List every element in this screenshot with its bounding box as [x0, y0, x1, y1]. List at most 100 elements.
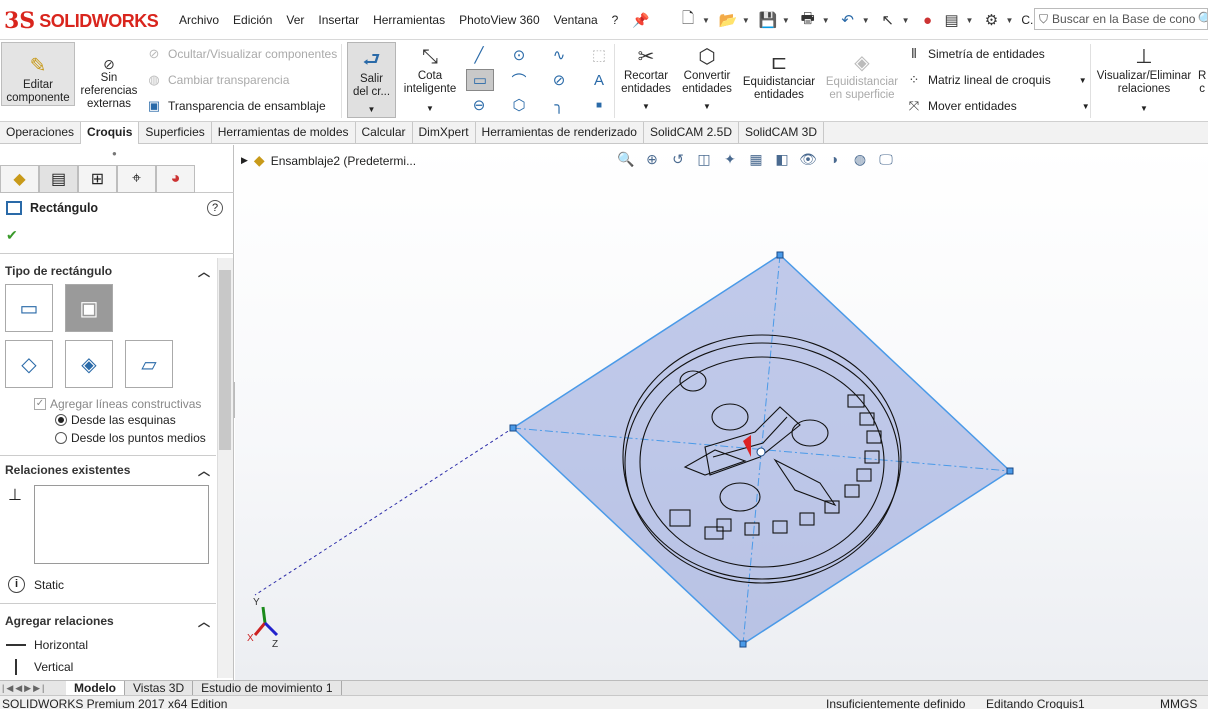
chevron-down-icon[interactable]: ▼ — [1140, 102, 1148, 115]
line-tool-icon[interactable]: ╱ — [468, 44, 490, 66]
cambiar-transparencia-button[interactable]: ◍ Cambiar transparencia — [146, 72, 289, 88]
chevron-down-icon[interactable]: ▼ — [1082, 102, 1090, 111]
tab-herramientas-moldes[interactable]: Herramientas de moldes — [212, 122, 356, 144]
solidworks-logo[interactable]: 3S SOLIDWORKS — [4, 6, 159, 36]
tab-solidcam-3d[interactable]: SolidCAM 3D — [739, 122, 825, 144]
chevron-down-icon[interactable]: ▼ — [782, 16, 790, 25]
3pt-center-rectangle-button[interactable]: ◈ — [65, 340, 113, 388]
configuration-manager-tab-icon[interactable]: ⊞ — [78, 165, 117, 193]
transparencia-ensamblaje-button[interactable]: ▣ Transparencia de ensamblaje — [146, 98, 326, 114]
tab-operaciones[interactable]: Operaciones — [0, 122, 82, 144]
search-icon[interactable]: 🔍 — [1197, 11, 1207, 28]
corner-rectangle-button[interactable]: ▭ — [5, 284, 53, 332]
parallelogram-button[interactable]: ▱ — [125, 340, 173, 388]
tab-vistas-3d[interactable]: Vistas 3D — [125, 680, 194, 696]
status-units[interactable]: MMGS — [1160, 696, 1197, 709]
tab-calcular[interactable]: Calcular — [356, 122, 413, 144]
chevron-down-icon[interactable]: ▼ — [966, 16, 974, 25]
point-tool-icon[interactable]: ■ — [588, 94, 610, 116]
spline-tool-icon[interactable]: ∿ — [548, 44, 570, 66]
traffic-light-icon[interactable]: ● — [918, 10, 938, 30]
tab-superficies[interactable]: Superficies — [139, 122, 212, 144]
ellipse-tool-icon[interactable]: ⊘ — [548, 69, 570, 91]
chevron-up-icon[interactable]: ︿ — [198, 613, 210, 630]
cota-inteligente-button[interactable]: ⤡ Cota inteligente ▼ — [402, 44, 458, 115]
chevron-down-icon[interactable]: ▼ — [703, 100, 711, 113]
chevron-down-icon[interactable]: ▼ — [426, 102, 434, 115]
point-grid-icon[interactable]: ⬚ — [588, 44, 610, 66]
open-icon[interactable]: 📂 — [718, 10, 738, 30]
chevron-down-icon[interactable]: ▼ — [742, 16, 750, 25]
print-icon[interactable]: 🖶 — [798, 10, 818, 30]
polygon-tool-icon[interactable]: ⬡ — [508, 94, 530, 116]
equidistanciar-superficie-button[interactable]: ◈ Equidistanciar en superficie — [824, 50, 900, 102]
chevron-down-icon[interactable]: ▼ — [642, 100, 650, 113]
relaciones-existentes-header[interactable]: Relaciones existentes ︿ — [0, 459, 216, 481]
tab-croquis[interactable]: Croquis — [81, 122, 140, 144]
menu-edicion[interactable]: Edición — [226, 13, 279, 27]
3pt-corner-rectangle-button[interactable]: ◇ — [5, 340, 53, 388]
agregar-lineas-checkbox[interactable]: ✓ Agregar líneas constructivas — [34, 397, 201, 411]
chevron-up-icon[interactable]: ︿ — [198, 462, 210, 479]
salir-croquis-button[interactable]: ⮐ Salir del cr... ▼ — [347, 42, 396, 118]
search-scope-icon[interactable]: ⛉ — [1039, 12, 1048, 27]
convertir-entidades-button[interactable]: ⬡ Convertir entidades ▼ — [678, 44, 736, 113]
slot-tool-icon[interactable]: ⊖ — [468, 94, 490, 116]
visualizar-relaciones-button[interactable]: ⊥ Visualizar/Eliminar relaciones ▼ — [1094, 44, 1194, 115]
chevron-down-icon[interactable]: ▼ — [1005, 16, 1013, 25]
pin-icon[interactable]: 📌 — [625, 12, 656, 29]
repair-sketch-button[interactable]: R c — [1198, 70, 1208, 96]
rectangle-tool-icon[interactable]: ▭ — [466, 69, 494, 91]
vertical-relation-button[interactable]: Vertical — [6, 659, 73, 675]
circle-tool-icon[interactable]: ⊙ — [508, 44, 530, 66]
chevron-down-icon[interactable]: ▼ — [1079, 76, 1087, 85]
menu-ventana[interactable]: Ventana — [547, 13, 605, 27]
tab-estudio-movimiento[interactable]: Estudio de movimiento 1 — [193, 680, 342, 696]
fillet-tool-icon[interactable]: ╮ — [548, 94, 570, 116]
simetria-button[interactable]: ⫴ Simetría de entidades — [906, 46, 1044, 62]
chevron-up-icon[interactable]: ︿ — [198, 263, 210, 280]
dimxpert-manager-tab-icon[interactable]: ⌖ — [117, 165, 156, 193]
help-icon[interactable]: ? — [207, 200, 223, 216]
feature-manager-tab-icon[interactable]: ◆ — [0, 165, 39, 193]
tipo-rectangulo-header[interactable]: Tipo de rectángulo ︿ — [0, 260, 216, 282]
model-view[interactable]: Y X Z — [235, 145, 1208, 680]
horizontal-relation-button[interactable]: Horizontal — [6, 638, 88, 652]
relations-list[interactable] — [34, 485, 209, 564]
undo-icon[interactable]: ↶ — [838, 10, 858, 30]
menu-help[interactable]: ? — [605, 13, 626, 27]
chevron-down-icon[interactable]: ▼ — [822, 16, 830, 25]
new-document-icon[interactable]: 🗋 — [678, 10, 698, 30]
save-icon[interactable]: 💾 — [758, 10, 778, 30]
ocultar-componentes-button[interactable]: ⊘ Ocultar/Visualizar componentes — [146, 46, 338, 62]
property-manager-tab-icon[interactable]: ▤ — [39, 165, 78, 193]
mover-entidades-button[interactable]: ⤧ Mover entidades ▼ — [906, 98, 1090, 114]
graphics-area[interactable]: ▶ ◆ Ensamblaje2 (Predetermi... 🔍 ⊕ ↺ ◫ ✦… — [235, 145, 1208, 680]
menu-herramientas[interactable]: Herramientas — [366, 13, 452, 27]
panel-grip-icon[interactable]: ● — [112, 149, 117, 158]
menu-insertar[interactable]: Insertar — [311, 13, 366, 27]
file-properties-icon[interactable]: ▤ — [942, 10, 962, 30]
tab-renderizado[interactable]: Herramientas de renderizado — [476, 122, 644, 144]
menu-archivo[interactable]: Archivo — [172, 13, 226, 27]
search-input[interactable]: ⛉ Buscar en la Base de cono 🔍 — [1034, 8, 1208, 30]
equidistanciar-entidades-button[interactable]: ⊏ Equidistanciar entidades — [740, 50, 818, 102]
arc-tool-icon[interactable]: ⌒ — [508, 69, 530, 91]
tab-nav-arrows[interactable]: |◀◀▶▶| — [0, 683, 66, 694]
select-cursor-icon[interactable]: ↖ — [878, 10, 898, 30]
accept-check-icon[interactable]: ✔ — [6, 227, 18, 244]
display-manager-tab-icon[interactable]: ◕ — [156, 165, 195, 193]
desde-medios-radio[interactable]: Desde los puntos medios — [55, 431, 206, 445]
panel-scroll-thumb[interactable] — [219, 270, 231, 450]
editar-componente-button[interactable]: ✎ Editar componente — [1, 42, 75, 106]
chevron-down-icon[interactable]: ▼ — [702, 16, 710, 25]
options-gear-icon[interactable]: ⚙ — [981, 10, 1001, 30]
agregar-relaciones-header[interactable]: Agregar relaciones ︿ — [0, 610, 216, 632]
text-tool-icon[interactable]: A — [588, 69, 610, 91]
chevron-down-icon[interactable]: ▼ — [368, 103, 376, 116]
tab-solidcam-25d[interactable]: SolidCAM 2.5D — [644, 122, 739, 144]
menu-ver[interactable]: Ver — [279, 13, 311, 27]
desde-esquinas-radio[interactable]: Desde las esquinas — [55, 413, 176, 427]
menu-photoview[interactable]: PhotoView 360 — [452, 13, 547, 27]
matriz-lineal-button[interactable]: ⁘ Matriz lineal de croquis ▼ — [906, 72, 1087, 88]
